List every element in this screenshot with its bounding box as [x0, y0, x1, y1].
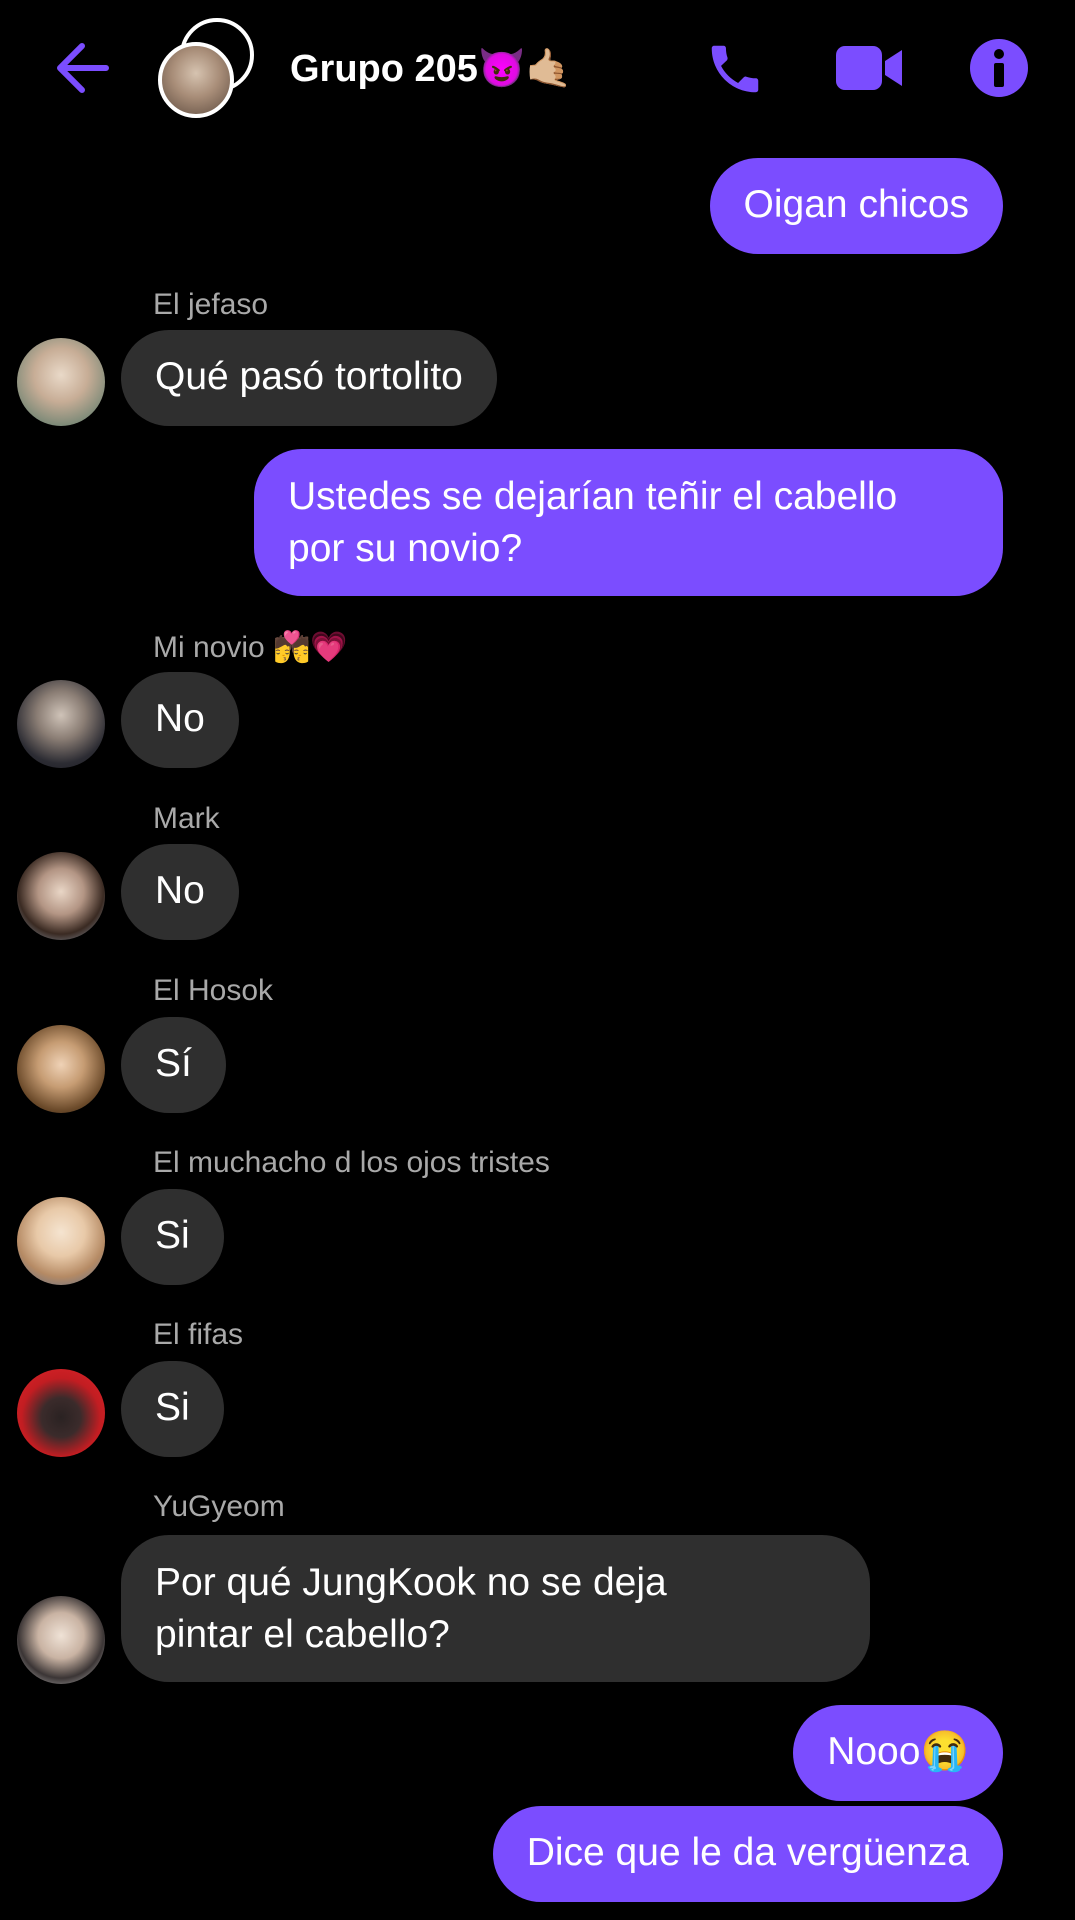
sender-name: El Hosok — [153, 974, 274, 1007]
sender-name: Mark — [153, 802, 220, 835]
outgoing-message[interactable]: Dice que le da vergüenza — [492, 1806, 1003, 1902]
incoming-message[interactable]: Qué pasó tortolito — [121, 330, 497, 426]
avatar[interactable] — [17, 852, 105, 940]
incoming-message[interactable]: No — [121, 672, 239, 768]
incoming-message[interactable]: Si — [121, 1361, 224, 1457]
avatar[interactable] — [17, 1369, 105, 1457]
sender-name: Mi novio 💏💗 — [153, 631, 348, 664]
sender-emojis: 💏💗 — [273, 631, 348, 664]
sender-name: El fifas — [153, 1318, 244, 1351]
outgoing-message[interactable]: Ustedes se dejarían teñir el cabello por… — [254, 449, 1003, 596]
video-camera-icon[interactable] — [834, 44, 904, 92]
incoming-message[interactable]: Sí — [121, 1017, 226, 1113]
title-emojis: 😈🤙🏼 — [477, 48, 573, 90]
avatar[interactable] — [17, 1197, 105, 1285]
incoming-message[interactable]: No — [121, 844, 239, 940]
sender-name: YuGyeom — [153, 1490, 285, 1523]
incoming-message[interactable]: Por qué JungKook no se deja pintar el ca… — [121, 1535, 870, 1682]
crying-face-emoji: 😭 — [920, 1730, 969, 1773]
avatar[interactable] — [17, 1596, 105, 1684]
chat-title[interactable]: Grupo 205😈🤙🏼 — [290, 47, 573, 91]
phone-icon[interactable] — [704, 38, 766, 100]
outgoing-message[interactable]: Nooo😭 — [793, 1705, 1003, 1801]
back-arrow-icon[interactable] — [52, 40, 112, 96]
sender-name: El muchacho d los ojos tristes — [153, 1146, 550, 1179]
incoming-message[interactable]: Si — [121, 1189, 224, 1285]
outgoing-message[interactable]: Oigan chicos — [709, 158, 1003, 254]
avatar[interactable] — [17, 1025, 105, 1113]
info-icon[interactable] — [969, 38, 1029, 98]
avatar[interactable] — [17, 680, 105, 768]
avatar[interactable] — [17, 338, 105, 426]
group-avatar[interactable] — [158, 18, 258, 118]
sender-name: El jefaso — [153, 288, 269, 321]
